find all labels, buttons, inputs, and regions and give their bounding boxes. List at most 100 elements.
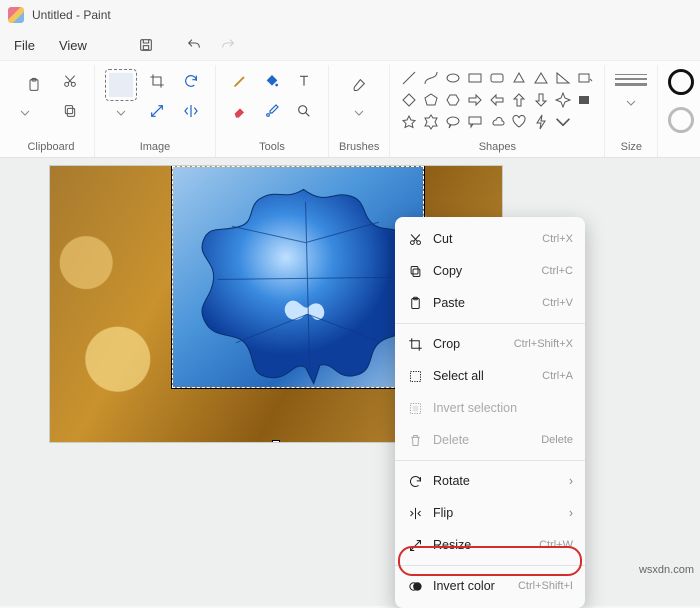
canvas-area bbox=[0, 158, 700, 606]
shape-callout-cloud-icon[interactable] bbox=[488, 113, 506, 131]
title-bar: Untitled - Paint bbox=[0, 0, 700, 30]
group-tools: Tools bbox=[216, 65, 329, 157]
delete-icon bbox=[407, 432, 423, 448]
brush-dropdown-icon[interactable] bbox=[352, 107, 366, 119]
context-menu: Cut Ctrl+X Copy Ctrl+C Paste Ctrl+V Crop… bbox=[395, 217, 585, 608]
copy-icon[interactable] bbox=[56, 99, 84, 123]
redo-icon[interactable] bbox=[213, 30, 243, 60]
group-image: Image bbox=[95, 65, 216, 157]
color-picker-icon[interactable] bbox=[258, 99, 286, 123]
group-label-image: Image bbox=[140, 137, 171, 155]
shape-outline-dropdown-icon[interactable] bbox=[576, 69, 594, 87]
shape-pentagon-icon[interactable] bbox=[422, 91, 440, 109]
group-colors bbox=[658, 65, 698, 157]
flip-icon bbox=[407, 505, 423, 521]
leaf-image bbox=[191, 181, 416, 386]
shape-triangle-icon[interactable] bbox=[532, 69, 550, 87]
shape-diamond-icon[interactable] bbox=[400, 91, 418, 109]
group-label-tools: Tools bbox=[259, 137, 285, 155]
cm-select-all[interactable]: Select all Ctrl+A bbox=[395, 360, 585, 392]
cm-flip[interactable]: Flip › bbox=[395, 497, 585, 529]
copy-icon bbox=[407, 263, 423, 279]
menu-bar: File View bbox=[0, 30, 700, 60]
crop-icon[interactable] bbox=[143, 69, 171, 93]
shape-oval-icon[interactable] bbox=[444, 69, 462, 87]
cm-resize[interactable]: Resize Ctrl+W bbox=[395, 529, 585, 561]
resize-handle-icon[interactable] bbox=[272, 440, 280, 442]
paste-dropdown-icon[interactable] bbox=[18, 107, 32, 119]
invert-selection-icon bbox=[407, 400, 423, 416]
separator bbox=[395, 565, 585, 566]
shape-callout-round-icon[interactable] bbox=[444, 113, 462, 131]
cm-invert-selection: Invert selection bbox=[395, 392, 585, 424]
select-tool-icon[interactable] bbox=[105, 69, 137, 101]
shape-arrow-down-icon[interactable] bbox=[532, 91, 550, 109]
shape-hexagon-icon[interactable] bbox=[444, 91, 462, 109]
size-dropdown-icon[interactable] bbox=[624, 97, 638, 109]
eraser-icon[interactable] bbox=[226, 99, 254, 123]
cut-icon bbox=[407, 231, 423, 247]
group-label-clipboard: Clipboard bbox=[27, 137, 74, 155]
flip-icon[interactable] bbox=[177, 99, 205, 123]
cm-crop[interactable]: Crop Ctrl+Shift+X bbox=[395, 328, 585, 360]
shape-callout-rect-icon[interactable] bbox=[466, 113, 484, 131]
shape-arrow-up-icon[interactable] bbox=[510, 91, 528, 109]
magnifier-icon[interactable] bbox=[290, 99, 318, 123]
shape-arrow-right-icon[interactable] bbox=[466, 91, 484, 109]
save-icon[interactable] bbox=[131, 30, 161, 60]
shape-right-triangle-icon[interactable] bbox=[554, 69, 572, 87]
size-icon[interactable] bbox=[615, 69, 647, 91]
cm-invert-color[interactable]: Invert color Ctrl+Shift+I bbox=[395, 570, 585, 602]
shape-curve-icon[interactable] bbox=[422, 69, 440, 87]
shape-heart-icon[interactable] bbox=[510, 113, 528, 131]
rotate-icon[interactable] bbox=[177, 69, 205, 93]
shape-polygon-icon[interactable] bbox=[510, 69, 528, 87]
menu-view[interactable]: View bbox=[49, 34, 97, 57]
shape-rect-icon[interactable] bbox=[466, 69, 484, 87]
invert-color-icon bbox=[407, 578, 423, 594]
shapes-more-icon[interactable] bbox=[554, 113, 572, 131]
cm-cut[interactable]: Cut Ctrl+X bbox=[395, 223, 585, 255]
shape-6star-icon[interactable] bbox=[422, 113, 440, 131]
cut-icon[interactable] bbox=[56, 69, 84, 93]
cm-delete: Delete Delete bbox=[395, 424, 585, 456]
separator bbox=[395, 460, 585, 461]
color1-swatch-icon[interactable] bbox=[668, 69, 694, 95]
select-all-icon bbox=[407, 368, 423, 384]
chevron-right-icon: › bbox=[569, 474, 573, 488]
undo-icon[interactable] bbox=[179, 30, 209, 60]
shape-4star-icon[interactable] bbox=[554, 91, 572, 109]
paste-icon bbox=[407, 295, 423, 311]
group-label-brushes: Brushes bbox=[339, 137, 379, 155]
selection-box[interactable] bbox=[172, 166, 424, 388]
select-dropdown-icon[interactable] bbox=[114, 107, 128, 119]
cm-paste[interactable]: Paste Ctrl+V bbox=[395, 287, 585, 319]
shape-roundrect-icon[interactable] bbox=[488, 69, 506, 87]
text-icon[interactable] bbox=[290, 69, 318, 93]
chevron-right-icon: › bbox=[569, 506, 573, 520]
crop-icon bbox=[407, 336, 423, 352]
cm-copy[interactable]: Copy Ctrl+C bbox=[395, 255, 585, 287]
fill-icon[interactable] bbox=[258, 69, 286, 93]
separator bbox=[395, 323, 585, 324]
resize-icon bbox=[407, 537, 423, 553]
group-label-size: Size bbox=[621, 137, 642, 155]
menu-file[interactable]: File bbox=[4, 34, 45, 57]
shapes-palette[interactable] bbox=[400, 69, 594, 131]
shape-fill-dropdown-icon[interactable] bbox=[576, 91, 594, 109]
group-shapes: Shapes bbox=[390, 65, 605, 157]
brush-icon[interactable] bbox=[343, 69, 375, 101]
resize-icon[interactable] bbox=[143, 99, 171, 123]
shape-line-icon[interactable] bbox=[400, 69, 418, 87]
group-size: Size bbox=[605, 65, 658, 157]
paste-icon[interactable] bbox=[18, 69, 50, 101]
rotate-icon bbox=[407, 473, 423, 489]
shape-lightning-icon[interactable] bbox=[532, 113, 550, 131]
cm-rotate[interactable]: Rotate › bbox=[395, 465, 585, 497]
shape-arrow-left-icon[interactable] bbox=[488, 91, 506, 109]
shape-5star-icon[interactable] bbox=[400, 113, 418, 131]
ribbon: Clipboard Image bbox=[0, 60, 700, 158]
pencil-icon[interactable] bbox=[226, 69, 254, 93]
color2-swatch-icon[interactable] bbox=[668, 107, 694, 133]
group-label-shapes: Shapes bbox=[479, 137, 516, 155]
